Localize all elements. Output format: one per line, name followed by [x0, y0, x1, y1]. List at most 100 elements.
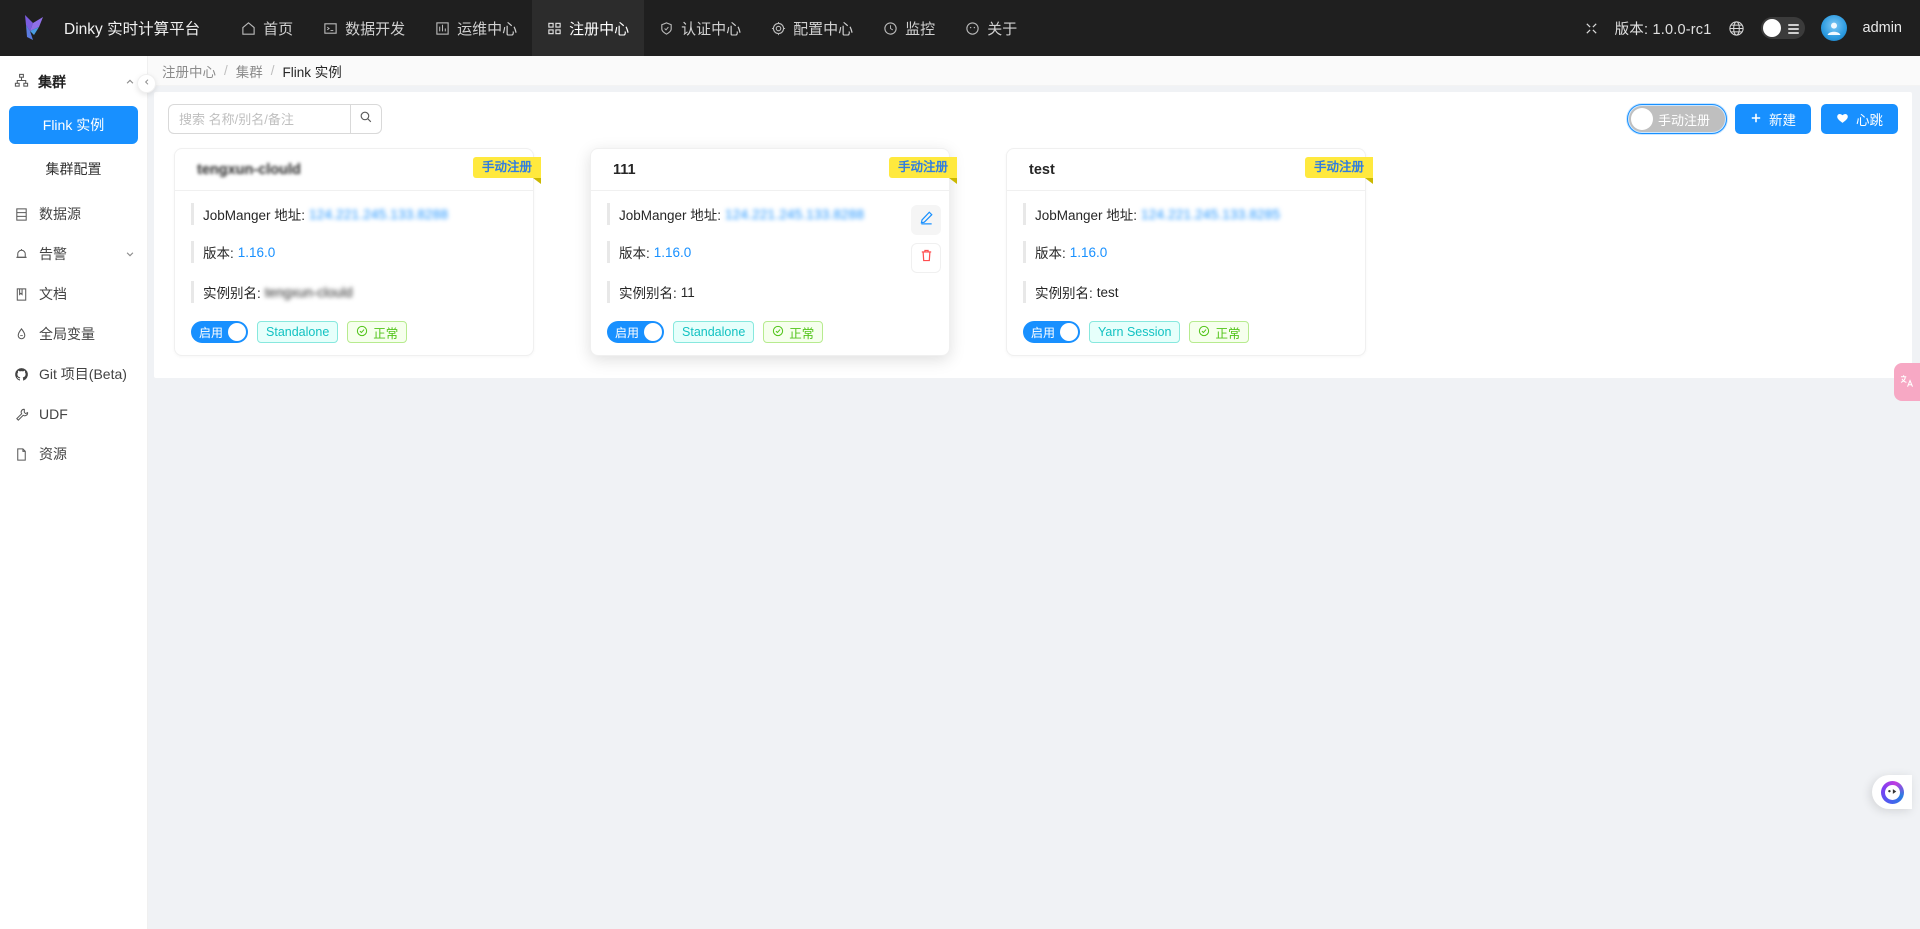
field-alias: 实例别名: tengxun-clould — [191, 281, 519, 303]
info-icon — [965, 21, 980, 36]
edit-button[interactable] — [911, 205, 941, 235]
check-circle-icon — [772, 325, 784, 340]
sidebar-collapse-handle[interactable] — [137, 74, 156, 93]
field-value: 1.16.0 — [237, 244, 276, 260]
sidebar-item-resource[interactable]: 资源 — [0, 434, 147, 474]
field-value[interactable]: 124.221.245.133.8288 — [309, 207, 448, 222]
home-icon — [241, 21, 256, 36]
sidebar-item-flink-instance[interactable]: Flink 实例 — [9, 106, 138, 144]
nav-item-registry[interactable]: 注册中心 — [532, 0, 645, 56]
nav-item-label: 关于 — [987, 20, 1018, 38]
field-alias: 实例别名: 11 — [607, 281, 935, 303]
status-label: 正常 — [789, 326, 815, 341]
username-label[interactable]: admin — [1863, 20, 1903, 36]
cluster-type-tag: Yarn Session — [1089, 321, 1181, 343]
avatar[interactable] — [1820, 15, 1847, 41]
card-body: JobManger 地址: 124.221.245.133.8285 版本: 1… — [1007, 191, 1365, 317]
sidebar-item-datasource[interactable]: 数据源 — [0, 194, 147, 234]
enable-toggle[interactable]: 启用 — [1023, 321, 1081, 343]
manual-register-toggle[interactable]: 手动注册 — [1627, 104, 1727, 134]
field-label: 实例别名: — [1035, 286, 1093, 301]
instance-card-grid: tengxun-clould 手动注册 JobManger 地址: 124.22… — [168, 148, 1898, 356]
enable-toggle[interactable]: 启用 — [191, 321, 249, 343]
heartbeat-button[interactable]: 心跳 — [1821, 104, 1898, 134]
search-group — [168, 104, 382, 134]
new-button[interactable]: 新建 — [1735, 104, 1811, 134]
nav-item-data-dev[interactable]: 数据开发 — [308, 0, 420, 56]
sidebar-item-document[interactable]: 文档 — [0, 274, 147, 314]
card-hover-actions — [911, 205, 941, 273]
field-label: JobManger 地址: — [203, 208, 306, 223]
sidebar-group-cluster[interactable]: 集群 — [0, 64, 147, 100]
console-icon — [323, 21, 338, 36]
nav-item-label: 运维中心 — [457, 20, 518, 38]
sidebar-item-global-variable[interactable]: 全局变量 — [0, 314, 147, 354]
github-icon — [14, 367, 30, 382]
breadcrumb-item-cluster[interactable]: 集群 — [236, 61, 263, 81]
registry-icon — [547, 21, 562, 36]
sidebar-item-label: 资源 — [39, 446, 67, 462]
fullscreen-icon[interactable] — [1584, 21, 1599, 36]
instance-card[interactable]: tengxun-clould 手动注册 JobManger 地址: 124.22… — [174, 148, 542, 356]
field-value[interactable]: 124.221.245.133.8288 — [725, 207, 864, 222]
manual-register-ribbon: 手动注册 — [472, 157, 542, 184]
enable-toggle-label: 启用 — [615, 325, 640, 340]
field-value: 1.16.0 — [1069, 244, 1108, 260]
sidebar-item-udf[interactable]: UDF — [0, 394, 147, 434]
breadcrumb-separator: / — [270, 63, 275, 78]
assistant-orb-icon — [1880, 780, 1904, 804]
field-jobmanager-address: JobManger 地址: 124.221.245.133.8288 — [607, 203, 935, 225]
assistant-widget-button[interactable] — [1872, 775, 1912, 809]
sidebar-item-cluster-config[interactable]: 集群配置 — [9, 150, 138, 188]
field-version: 版本: 1.16.0 — [607, 241, 935, 263]
breadcrumb-item-registry[interactable]: 注册中心 — [162, 61, 216, 81]
chevron-left-icon — [143, 78, 151, 89]
nav-item-monitor[interactable]: 监控 — [868, 0, 950, 56]
translate-icon — [1899, 373, 1915, 392]
toolbar: 手动注册 新建 心跳 — [168, 102, 1898, 136]
instance-card[interactable]: test 手动注册 JobManger 地址: 124.221.245.133.… — [1006, 148, 1374, 356]
nav-item-home[interactable]: 首页 — [226, 0, 308, 56]
search-button[interactable] — [350, 104, 382, 134]
sidebar-item-label: 集群配置 — [45, 161, 102, 177]
gear-icon — [771, 21, 786, 36]
search-input[interactable] — [168, 104, 350, 134]
manual-register-ribbon: 手动注册 — [1304, 157, 1374, 184]
field-label: 版本: — [619, 246, 650, 261]
instance-card[interactable]: 111 手动注册 JobManger 地址: 124.221.245.133.8… — [590, 148, 958, 356]
delete-button[interactable] — [911, 243, 941, 273]
field-version: 版本: 1.16.0 — [1023, 241, 1351, 263]
doc-icon — [14, 287, 30, 302]
nav-item-config[interactable]: 配置中心 — [756, 0, 868, 56]
card-body: JobManger 地址: 124.221.245.133.8288 版本: 1… — [591, 191, 949, 317]
card-body: JobManger 地址: 124.221.245.133.8288 版本: 1… — [175, 191, 533, 317]
status-badge: 正常 — [763, 321, 824, 343]
theme-toggle-bars-icon — [1787, 24, 1799, 34]
variable-icon — [14, 327, 30, 342]
nav-item-about[interactable]: 关于 — [950, 0, 1032, 56]
nav-item-auth[interactable]: 认证中心 — [644, 0, 756, 56]
app-logo[interactable] — [10, 5, 58, 51]
theme-toggle-switch[interactable] — [1760, 17, 1805, 39]
trash-icon — [919, 248, 934, 268]
app-shell: 集群 Flink 实例 集群配置 数据源 告警 文档 全局变量 Git 项目(B… — [0, 56, 1920, 929]
sidebar-item-alarm[interactable]: 告警 — [0, 234, 147, 274]
field-value: test — [1096, 284, 1119, 300]
field-label: 实例别名: — [203, 286, 261, 301]
edit-pencil-icon — [919, 210, 934, 230]
nav-item-label: 首页 — [263, 20, 294, 38]
globe-icon[interactable] — [1728, 20, 1745, 37]
sidebar-item-label: 数据源 — [39, 206, 81, 222]
cluster-type-label: Standalone — [266, 325, 330, 339]
enable-toggle[interactable]: 启用 — [607, 321, 665, 343]
card-title: test — [1029, 161, 1055, 178]
sidebar-item-git-project[interactable]: Git 项目(Beta) — [0, 354, 147, 394]
toolbar-actions: 手动注册 新建 心跳 — [1627, 104, 1898, 134]
field-value[interactable]: 124.221.245.133.8285 — [1141, 207, 1280, 222]
breadcrumb-separator: / — [224, 63, 228, 78]
nav-item-ops[interactable]: 运维中心 — [420, 0, 532, 56]
field-alias: 实例别名: test — [1023, 281, 1351, 303]
translate-widget-button[interactable] — [1894, 363, 1920, 401]
toggle-knob — [1060, 323, 1079, 341]
wrench-icon — [14, 407, 30, 422]
